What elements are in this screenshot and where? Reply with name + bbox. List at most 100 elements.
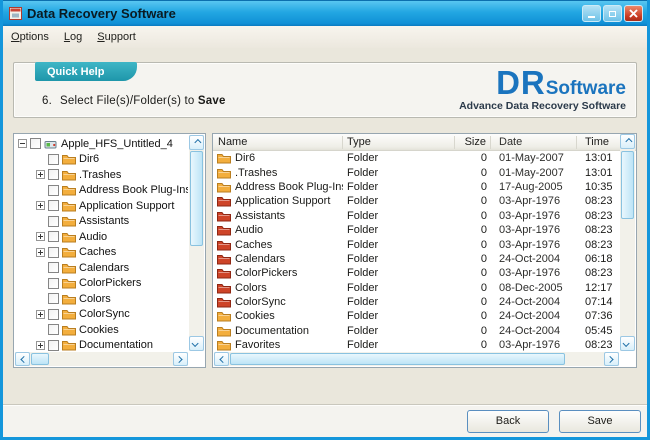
file-list-row[interactable]: Calendars Folder 0 24-Oct-2004 06:18 — [213, 252, 620, 266]
scroll-up-button[interactable] — [189, 135, 204, 150]
column-header-time[interactable]: Time — [577, 136, 620, 149]
tree-expander-toggle[interactable] — [36, 341, 45, 350]
file-time: 10:35 — [577, 181, 620, 193]
tree-item[interactable]: Caches — [14, 245, 188, 261]
menu-item-options[interactable]: Options — [11, 31, 49, 43]
tree-item[interactable]: Audio — [14, 229, 188, 245]
file-list-row[interactable]: Cookies Folder 0 24-Oct-2004 07:36 — [213, 309, 620, 323]
file-list-row[interactable]: Audio Folder 0 03-Apr-1976 08:23 — [213, 223, 620, 237]
tree-item-label: Dir6 — [79, 153, 99, 165]
tree-item[interactable]: ColorSync — [14, 307, 188, 323]
folder-icon — [217, 339, 231, 351]
scrollbar-thumb[interactable] — [190, 151, 203, 246]
back-button[interactable]: Back — [467, 410, 549, 433]
tree-expander-toggle[interactable] — [18, 139, 27, 148]
tree-checkbox[interactable] — [48, 154, 59, 165]
tree-item[interactable]: Apple_HFS_Untitled_4 — [14, 136, 188, 152]
file-type: Folder — [343, 310, 455, 322]
tree-item[interactable]: Application Support — [14, 198, 188, 214]
scroll-left-button[interactable] — [214, 352, 229, 366]
tree-checkbox[interactable] — [48, 324, 59, 335]
list-header: Name Type Size Date Time — [213, 134, 636, 151]
file-list-row[interactable]: Assistants Folder 0 03-Apr-1976 08:23 — [213, 209, 620, 223]
file-list-row[interactable]: Application Support Folder 0 03-Apr-1976… — [213, 194, 620, 208]
file-date: 03-Apr-1976 — [491, 224, 577, 236]
file-date: 03-Apr-1976 — [491, 239, 577, 251]
tree-item[interactable]: Colors — [14, 291, 188, 307]
scroll-down-button[interactable] — [620, 336, 635, 351]
tree-checkbox[interactable] — [30, 138, 41, 149]
tree-checkbox[interactable] — [48, 309, 59, 320]
tree-checkbox[interactable] — [48, 278, 59, 289]
tree-expander-toggle[interactable] — [36, 248, 45, 257]
tree-expander-toggle[interactable] — [36, 201, 45, 210]
tree-expander-toggle[interactable] — [36, 232, 45, 241]
file-date: 08-Dec-2005 — [491, 282, 577, 294]
tree-checkbox[interactable] — [48, 169, 59, 180]
tree-item-label: ColorSync — [79, 308, 130, 320]
scrollbar-thumb[interactable] — [31, 353, 49, 365]
scroll-up-button[interactable] — [620, 134, 635, 149]
tree-item[interactable]: Assistants — [14, 214, 188, 230]
tree-item[interactable]: Cookies — [14, 322, 188, 338]
logo-tagline: Advance Data Recovery Software — [459, 100, 626, 112]
file-name: ColorPickers — [235, 267, 297, 279]
tree-expander-toggle[interactable] — [36, 170, 45, 179]
file-size: 0 — [455, 325, 491, 337]
file-type: Folder — [343, 339, 455, 351]
column-header-name[interactable]: Name — [213, 136, 343, 149]
tree-item-label: Cookies — [79, 324, 119, 336]
menu-item-log[interactable]: Log — [64, 31, 82, 43]
file-list-row[interactable]: Colors Folder 0 08-Dec-2005 12:17 — [213, 281, 620, 295]
close-button[interactable] — [624, 5, 643, 22]
tree-item[interactable]: .Trashes — [14, 167, 188, 183]
tree-checkbox[interactable] — [48, 216, 59, 227]
minimize-button[interactable] — [582, 5, 601, 22]
tree-checkbox[interactable] — [48, 231, 59, 242]
file-list-row[interactable]: Favorites Folder 0 03-Apr-1976 08:23 — [213, 338, 620, 351]
file-list-row[interactable]: ColorSync Folder 0 24-Oct-2004 07:14 — [213, 295, 620, 309]
file-type: Folder — [343, 224, 455, 236]
scrollbar-thumb[interactable] — [621, 151, 634, 219]
instruction-prefix: Select File(s)/Folder(s) to — [60, 95, 194, 107]
main-area: Quick Help 6.Select File(s)/Folder(s) to… — [3, 48, 647, 404]
tree-item[interactable]: ColorPickers — [14, 276, 188, 292]
scroll-down-button[interactable] — [189, 336, 204, 351]
list-vertical-scrollbar[interactable] — [620, 134, 635, 351]
column-header-size[interactable]: Size — [455, 136, 491, 149]
column-header-date[interactable]: Date — [491, 136, 577, 149]
deleted-folder-icon — [217, 253, 231, 265]
file-date: 24-Oct-2004 — [491, 253, 577, 265]
scroll-right-button[interactable] — [173, 352, 188, 366]
scroll-left-button[interactable] — [15, 352, 30, 366]
file-list-row[interactable]: Dir6 Folder 0 01-May-2007 13:01 — [213, 151, 620, 165]
maximize-button[interactable] — [603, 5, 622, 22]
file-time: 08:23 — [577, 239, 620, 251]
tree-checkbox[interactable] — [48, 247, 59, 258]
tree-item[interactable]: Calendars — [14, 260, 188, 276]
tree-checkbox[interactable] — [48, 200, 59, 211]
list-horizontal-scrollbar[interactable] — [214, 352, 619, 366]
file-size: 0 — [455, 224, 491, 236]
tree-checkbox[interactable] — [48, 293, 59, 304]
tree-item[interactable]: Documentation — [14, 338, 188, 352]
tree-checkbox[interactable] — [48, 340, 59, 351]
save-button[interactable]: Save — [559, 410, 641, 433]
column-header-type[interactable]: Type — [343, 136, 455, 149]
file-type: Folder — [343, 296, 455, 308]
tree-vertical-scrollbar[interactable] — [189, 135, 204, 351]
file-list-row[interactable]: ColorPickers Folder 0 03-Apr-1976 08:23 — [213, 266, 620, 280]
scrollbar-thumb[interactable] — [230, 353, 565, 365]
file-list-row[interactable]: Caches Folder 0 03-Apr-1976 08:23 — [213, 237, 620, 251]
file-list-row[interactable]: Address Book Plug-Ins Folder 0 17-Aug-20… — [213, 180, 620, 194]
file-list-row[interactable]: Documentation Folder 0 24-Oct-2004 05:45 — [213, 324, 620, 338]
menu-item-support[interactable]: Support — [97, 31, 136, 43]
tree-item[interactable]: Address Book Plug-Ins — [14, 183, 188, 199]
tree-horizontal-scrollbar[interactable] — [15, 352, 188, 366]
tree-item[interactable]: Dir6 — [14, 152, 188, 168]
tree-checkbox[interactable] — [48, 262, 59, 273]
file-list-row[interactable]: .Trashes Folder 0 01-May-2007 13:01 — [213, 165, 620, 179]
scroll-right-button[interactable] — [604, 352, 619, 366]
tree-expander-toggle[interactable] — [36, 310, 45, 319]
tree-checkbox[interactable] — [48, 185, 59, 196]
